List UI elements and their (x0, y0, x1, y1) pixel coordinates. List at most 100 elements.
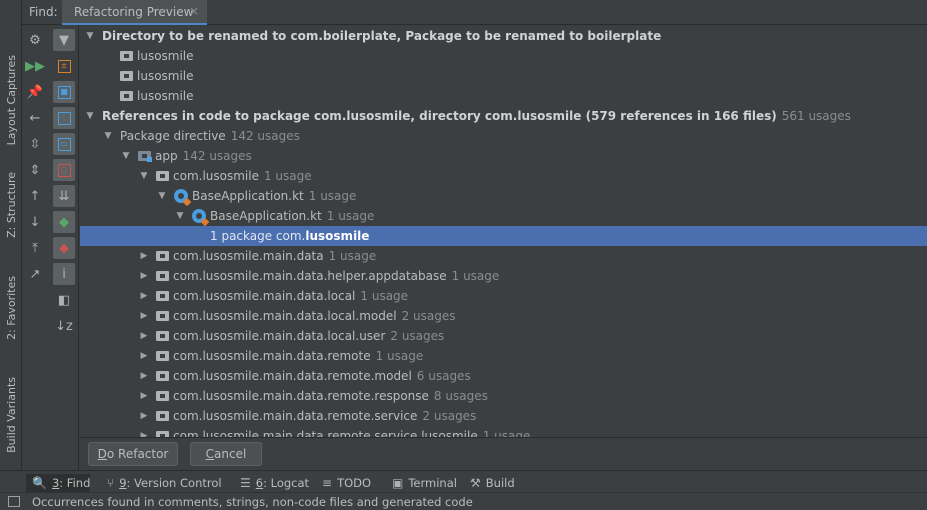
usage-count: 2 usages (422, 409, 477, 423)
favorites-tab[interactable]: 2: Favorites (0, 270, 22, 345)
info-icon[interactable]: i (53, 263, 75, 285)
tree-row-label: com.lusosmile.main.data.remote.model (173, 369, 412, 383)
build-variants-tab[interactable]: Build Variants (0, 370, 22, 460)
tab-find[interactable]: 🔍 3: Find (26, 474, 90, 492)
tree-row[interactable]: ▼ Directory to be renamed to com.boilerpl… (80, 26, 927, 46)
tab-refactoring-preview[interactable]: Refactoring Preview × (62, 0, 207, 25)
cancel-button[interactable]: Cancel (190, 442, 262, 466)
tree-row[interactable]: ▶ com.lusosmile.main.data 1 usage (80, 246, 927, 266)
tab-build[interactable]: ⚒ Build (470, 474, 515, 492)
tree-row[interactable]: lusosmile (80, 46, 927, 66)
folder-icon (156, 311, 169, 321)
tab-logcat[interactable]: ☰ 6: Logcat (240, 474, 309, 492)
module-folder-icon (138, 151, 152, 162)
gear-icon[interactable]: ⚙ (24, 29, 46, 51)
expand-arrow-icon[interactable]: ▼ (156, 191, 168, 201)
tree-row[interactable]: ▼ Package directive 142 usages (80, 126, 927, 146)
tree-row-label: 1 package com. (210, 229, 306, 243)
include-icon[interactable]: ◆ (53, 211, 75, 233)
find-header: Find: Refactoring Preview × (22, 0, 927, 25)
collapse-arrow-icon[interactable]: ▶ (138, 391, 150, 401)
collapse-arrow-icon[interactable]: ▶ (138, 351, 150, 361)
tree-row-selected[interactable]: 1 package com. lusosmile (80, 226, 927, 246)
tree-row[interactable]: ▶ com.lusosmile.main.data.remote.response… (80, 386, 927, 406)
favorites-label: 2: Favorites (4, 275, 18, 340)
collapse-all-icon[interactable]: ⇕ (24, 159, 46, 181)
sort-icon[interactable]: ↓z (53, 315, 75, 337)
group-by-package-icon[interactable]: ⋮ (53, 107, 75, 129)
tab-todo[interactable]: ≡ TODO (322, 474, 371, 492)
tree-row[interactable]: ▼ BaseApplication.kt 1 usage (80, 186, 927, 206)
folder-icon (156, 271, 169, 281)
tree-row[interactable]: ▼ BaseApplication.kt 1 usage (80, 206, 927, 226)
expand-arrow-icon[interactable]: ▼ (102, 131, 114, 141)
tree-row-label: app (155, 149, 178, 163)
arrow-left-icon[interactable]: ← (24, 107, 46, 129)
open-in-new-icon[interactable]: ↗ (24, 263, 46, 285)
status-window-icon[interactable] (8, 496, 20, 507)
structure-tab[interactable]: Z: Structure (0, 172, 22, 238)
kotlin-file-icon (192, 209, 206, 223)
tree-row[interactable]: ▼ app 142 usages (80, 146, 927, 166)
group-by-file-icon[interactable]: ▭ (53, 133, 75, 155)
tab-logcat-label: : Logcat (263, 476, 310, 490)
tree-row[interactable]: ▶ com.lusosmile.main.data.helper.appdatab… (80, 266, 927, 286)
exclude-icon[interactable]: ○ (53, 159, 75, 181)
expand-arrow-icon[interactable]: ▼ (84, 111, 96, 121)
merge-duplicates-icon[interactable]: ⇊ (53, 185, 75, 207)
tree-row-label: Package directive (120, 129, 226, 143)
collapse-arrow-icon[interactable]: ▶ (138, 271, 150, 281)
collapse-arrow-icon[interactable]: ▶ (138, 311, 150, 321)
remove-icon[interactable]: ◆ (53, 237, 75, 259)
tree-row-label: Directory to be renamed to com.boilerpla… (102, 29, 662, 43)
folder-icon (156, 371, 169, 381)
tree-row[interactable]: ▶ com.lusosmile.main.data.remote 1 usage (80, 346, 927, 366)
merge-icon[interactable]: ± (53, 55, 75, 77)
find-label: Find: (29, 5, 58, 19)
tree-row[interactable]: lusosmile (80, 86, 927, 106)
tree-row-label: com.lusosmile.main.data.local.user (173, 329, 386, 343)
tree-row[interactable]: ▶ com.lusosmile.main.data.local.model 2 us… (80, 306, 927, 326)
tree-row[interactable]: ▼ com.lusosmile 1 usage (80, 166, 927, 186)
cancel-label: ancel (214, 447, 247, 461)
folder-icon (120, 91, 133, 101)
collapse-arrow-icon[interactable]: ▶ (138, 411, 150, 421)
collapse-arrow-icon[interactable]: ▶ (138, 251, 150, 261)
tree-row-label: BaseApplication.kt (210, 209, 322, 223)
expand-arrow-icon[interactable]: ▼ (174, 211, 186, 221)
layout-captures-tab[interactable]: Layout Captures (0, 50, 22, 150)
pin-icon[interactable]: 📌 (24, 81, 46, 103)
arrow-up-icon[interactable]: ↑ (24, 185, 46, 207)
tree-row[interactable]: ▶ com.lusosmile.main.data.remote.service 2… (80, 406, 927, 426)
tab-version-control[interactable]: ⑂ 9: Version Control (107, 474, 222, 492)
close-icon[interactable]: × (189, 4, 199, 18)
tree-row-label: com.lusosmile.main.data.remote.response (173, 389, 429, 403)
collapse-arrow-icon[interactable]: ▶ (138, 371, 150, 381)
tool-window-bar: 🔍 3: Find ⑂ 9: Version Control ☰ 6: Logcat … (0, 470, 927, 492)
tab-find-key: 3 (51, 476, 60, 490)
usage-count: 1 usage (360, 289, 409, 303)
expand-arrow-icon[interactable]: ▼ (84, 31, 96, 41)
collapse-arrow-icon[interactable]: ▶ (138, 291, 150, 301)
do-refactor-button[interactable]: Do Refactor (88, 442, 178, 466)
tree-row[interactable]: ▼ References in code to package com.lusos… (80, 106, 927, 126)
tree-row-label: BaseApplication.kt (192, 189, 304, 203)
export-icon[interactable]: ⤒ (24, 237, 46, 259)
tab-terminal[interactable]: ▣ Terminal (392, 474, 457, 492)
filter-icon[interactable]: ▼ (53, 29, 75, 51)
arrow-down-icon[interactable]: ↓ (24, 211, 46, 233)
group-by-module-icon[interactable]: ■ (53, 81, 75, 103)
usage-count: 1 usage (263, 169, 312, 183)
tab-logcat-key: 6 (255, 476, 264, 490)
preview-icon[interactable]: ◧ (53, 289, 75, 311)
folder-icon (156, 351, 169, 361)
tree-row[interactable]: ▶ com.lusosmile.main.data.local 1 usage (80, 286, 927, 306)
collapse-arrow-icon[interactable]: ▶ (138, 331, 150, 341)
expand-arrow-icon[interactable]: ▼ (120, 151, 132, 161)
tree-row[interactable]: ▶ com.lusosmile.main.data.remote.model 6 u… (80, 366, 927, 386)
expand-arrow-icon[interactable]: ▼ (138, 171, 150, 181)
expand-all-icon[interactable]: ⇳ (24, 133, 46, 155)
rerun-icon[interactable]: ▶▶ (24, 55, 46, 77)
tree-row[interactable]: lusosmile (80, 66, 927, 86)
tree-row[interactable]: ▶ com.lusosmile.main.data.local.user 2 usa… (80, 326, 927, 346)
